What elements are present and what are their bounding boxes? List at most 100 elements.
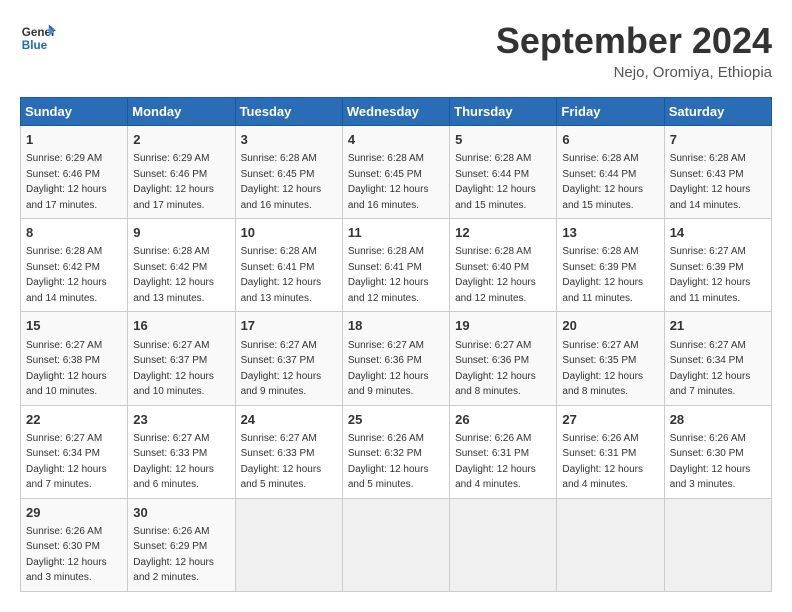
day-detail: Sunrise: 6:28 AM Sunset: 6:44 PM Dayligh…: [455, 153, 536, 211]
day-number: 4: [348, 131, 444, 149]
header-friday: Friday: [557, 98, 664, 126]
calendar-cell: 14 Sunrise: 6:27 AM Sunset: 6:39 PM Dayli…: [664, 219, 771, 312]
day-number: 3: [241, 131, 337, 149]
calendar-cell: 13 Sunrise: 6:28 AM Sunset: 6:39 PM Dayli…: [557, 219, 664, 312]
day-detail: Sunrise: 6:28 AM Sunset: 6:41 PM Dayligh…: [241, 246, 322, 304]
calendar-cell: [557, 498, 664, 591]
logo: General Blue: [20, 20, 56, 56]
calendar-cell: 8 Sunrise: 6:28 AM Sunset: 6:42 PM Daylig…: [21, 219, 128, 312]
calendar-cell: 18 Sunrise: 6:27 AM Sunset: 6:36 PM Dayli…: [342, 312, 449, 405]
day-number: 9: [133, 224, 229, 242]
calendar-cell: 26Sunrise: 6:26 AM Sunset: 6:31 PM Dayli…: [450, 405, 557, 498]
logo-icon: General Blue: [20, 20, 56, 56]
calendar-cell: 4 Sunrise: 6:28 AM Sunset: 6:45 PM Daylig…: [342, 126, 449, 219]
day-detail: Sunrise: 6:27 AM Sunset: 6:38 PM Dayligh…: [26, 340, 107, 398]
day-number: 2: [133, 131, 229, 149]
day-detail: Sunrise: 6:26 AM Sunset: 6:29 PM Dayligh…: [133, 526, 214, 584]
calendar-header-row: Sunday Monday Tuesday Wednesday Thursday…: [21, 98, 772, 126]
calendar-cell: 3 Sunrise: 6:28 AM Sunset: 6:45 PM Daylig…: [235, 126, 342, 219]
calendar-cell: [235, 498, 342, 591]
header-saturday: Saturday: [664, 98, 771, 126]
calendar-cell: 7Sunrise: 6:28 AM Sunset: 6:43 PM Daylig…: [664, 126, 771, 219]
location: Nejo, Oromiya, Ethiopia: [496, 64, 772, 81]
day-detail: Sunrise: 6:28 AM Sunset: 6:40 PM Dayligh…: [455, 246, 536, 304]
day-number: 17: [241, 317, 337, 335]
day-detail: Sunrise: 6:27 AM Sunset: 6:37 PM Dayligh…: [241, 340, 322, 398]
day-detail: Sunrise: 6:28 AM Sunset: 6:39 PM Dayligh…: [562, 246, 643, 304]
day-number: 21: [670, 317, 766, 335]
day-number: 27: [562, 411, 658, 429]
page-header: General Blue September 2024 Nejo, Oromiy…: [20, 20, 772, 81]
day-detail: Sunrise: 6:28 AM Sunset: 6:45 PM Dayligh…: [348, 153, 429, 211]
month-title: September 2024: [496, 20, 772, 62]
day-number: 29: [26, 504, 122, 522]
calendar-cell: 11 Sunrise: 6:28 AM Sunset: 6:41 PM Dayli…: [342, 219, 449, 312]
calendar-cell: [342, 498, 449, 591]
day-number: 28: [670, 411, 766, 429]
calendar-row: 29 Sunrise: 6:26 AM Sunset: 6:30 PM Dayli…: [21, 498, 772, 591]
day-detail: Sunrise: 6:26 AM Sunset: 6:30 PM Dayligh…: [26, 526, 107, 584]
calendar-cell: 24 Sunrise: 6:27 AM Sunset: 6:33 PM Dayli…: [235, 405, 342, 498]
calendar-cell: 6Sunrise: 6:28 AM Sunset: 6:44 PM Daylig…: [557, 126, 664, 219]
day-number: 8: [26, 224, 122, 242]
calendar-cell: 1Sunrise: 6:29 AM Sunset: 6:46 PM Daylig…: [21, 126, 128, 219]
day-number: 13: [562, 224, 658, 242]
day-detail: Sunrise: 6:28 AM Sunset: 6:42 PM Dayligh…: [133, 246, 214, 304]
calendar-cell: 27 Sunrise: 6:26 AM Sunset: 6:31 PM Dayli…: [557, 405, 664, 498]
day-number: 5: [455, 131, 551, 149]
day-number: 24: [241, 411, 337, 429]
calendar-cell: [450, 498, 557, 591]
calendar-cell: 10Sunrise: 6:28 AM Sunset: 6:41 PM Dayli…: [235, 219, 342, 312]
header-wednesday: Wednesday: [342, 98, 449, 126]
day-detail: Sunrise: 6:27 AM Sunset: 6:33 PM Dayligh…: [133, 433, 214, 491]
day-number: 11: [348, 224, 444, 242]
calendar-cell: 30 Sunrise: 6:26 AM Sunset: 6:29 PM Dayli…: [128, 498, 235, 591]
day-number: 15: [26, 317, 122, 335]
calendar-cell: 28 Sunrise: 6:26 AM Sunset: 6:30 PM Dayli…: [664, 405, 771, 498]
day-number: 6: [562, 131, 658, 149]
calendar-row: 8 Sunrise: 6:28 AM Sunset: 6:42 PM Daylig…: [21, 219, 772, 312]
day-detail: Sunrise: 6:27 AM Sunset: 6:34 PM Dayligh…: [670, 340, 751, 398]
day-detail: Sunrise: 6:26 AM Sunset: 6:31 PM Dayligh…: [562, 433, 643, 491]
day-detail: Sunrise: 6:27 AM Sunset: 6:36 PM Dayligh…: [348, 340, 429, 398]
calendar-cell: 23 Sunrise: 6:27 AM Sunset: 6:33 PM Dayli…: [128, 405, 235, 498]
day-detail: Sunrise: 6:27 AM Sunset: 6:37 PM Dayligh…: [133, 340, 214, 398]
header-monday: Monday: [128, 98, 235, 126]
calendar-row: 1Sunrise: 6:29 AM Sunset: 6:46 PM Daylig…: [21, 126, 772, 219]
calendar-cell: 19Sunrise: 6:27 AM Sunset: 6:36 PM Dayli…: [450, 312, 557, 405]
calendar-cell: [664, 498, 771, 591]
day-detail: Sunrise: 6:28 AM Sunset: 6:42 PM Dayligh…: [26, 246, 107, 304]
day-number: 12: [455, 224, 551, 242]
calendar-cell: 21 Sunrise: 6:27 AM Sunset: 6:34 PM Dayli…: [664, 312, 771, 405]
day-number: 20: [562, 317, 658, 335]
day-detail: Sunrise: 6:27 AM Sunset: 6:39 PM Dayligh…: [670, 246, 751, 304]
calendar-cell: 12 Sunrise: 6:28 AM Sunset: 6:40 PM Dayli…: [450, 219, 557, 312]
calendar-cell: 15 Sunrise: 6:27 AM Sunset: 6:38 PM Dayli…: [21, 312, 128, 405]
day-detail: Sunrise: 6:27 AM Sunset: 6:34 PM Dayligh…: [26, 433, 107, 491]
day-number: 14: [670, 224, 766, 242]
header-tuesday: Tuesday: [235, 98, 342, 126]
day-detail: Sunrise: 6:28 AM Sunset: 6:45 PM Dayligh…: [241, 153, 322, 211]
day-number: 18: [348, 317, 444, 335]
header-thursday: Thursday: [450, 98, 557, 126]
calendar-cell: 9 Sunrise: 6:28 AM Sunset: 6:42 PM Daylig…: [128, 219, 235, 312]
calendar-cell: 16 Sunrise: 6:27 AM Sunset: 6:37 PM Dayli…: [128, 312, 235, 405]
day-detail: Sunrise: 6:27 AM Sunset: 6:33 PM Dayligh…: [241, 433, 322, 491]
day-number: 16: [133, 317, 229, 335]
day-detail: Sunrise: 6:28 AM Sunset: 6:41 PM Dayligh…: [348, 246, 429, 304]
calendar-table: Sunday Monday Tuesday Wednesday Thursday…: [20, 97, 772, 592]
day-number: 30: [133, 504, 229, 522]
day-detail: Sunrise: 6:26 AM Sunset: 6:32 PM Dayligh…: [348, 433, 429, 491]
calendar-row: 22Sunrise: 6:27 AM Sunset: 6:34 PM Dayli…: [21, 405, 772, 498]
day-number: 19: [455, 317, 551, 335]
day-detail: Sunrise: 6:27 AM Sunset: 6:35 PM Dayligh…: [562, 340, 643, 398]
calendar-cell: 25 Sunrise: 6:26 AM Sunset: 6:32 PM Dayli…: [342, 405, 449, 498]
day-number: 23: [133, 411, 229, 429]
header-sunday: Sunday: [21, 98, 128, 126]
day-detail: Sunrise: 6:26 AM Sunset: 6:30 PM Dayligh…: [670, 433, 751, 491]
day-detail: Sunrise: 6:29 AM Sunset: 6:46 PM Dayligh…: [133, 153, 214, 211]
calendar-cell: 2 Sunrise: 6:29 AM Sunset: 6:46 PM Daylig…: [128, 126, 235, 219]
day-number: 25: [348, 411, 444, 429]
svg-text:Blue: Blue: [22, 39, 48, 52]
calendar-cell: 20 Sunrise: 6:27 AM Sunset: 6:35 PM Dayli…: [557, 312, 664, 405]
